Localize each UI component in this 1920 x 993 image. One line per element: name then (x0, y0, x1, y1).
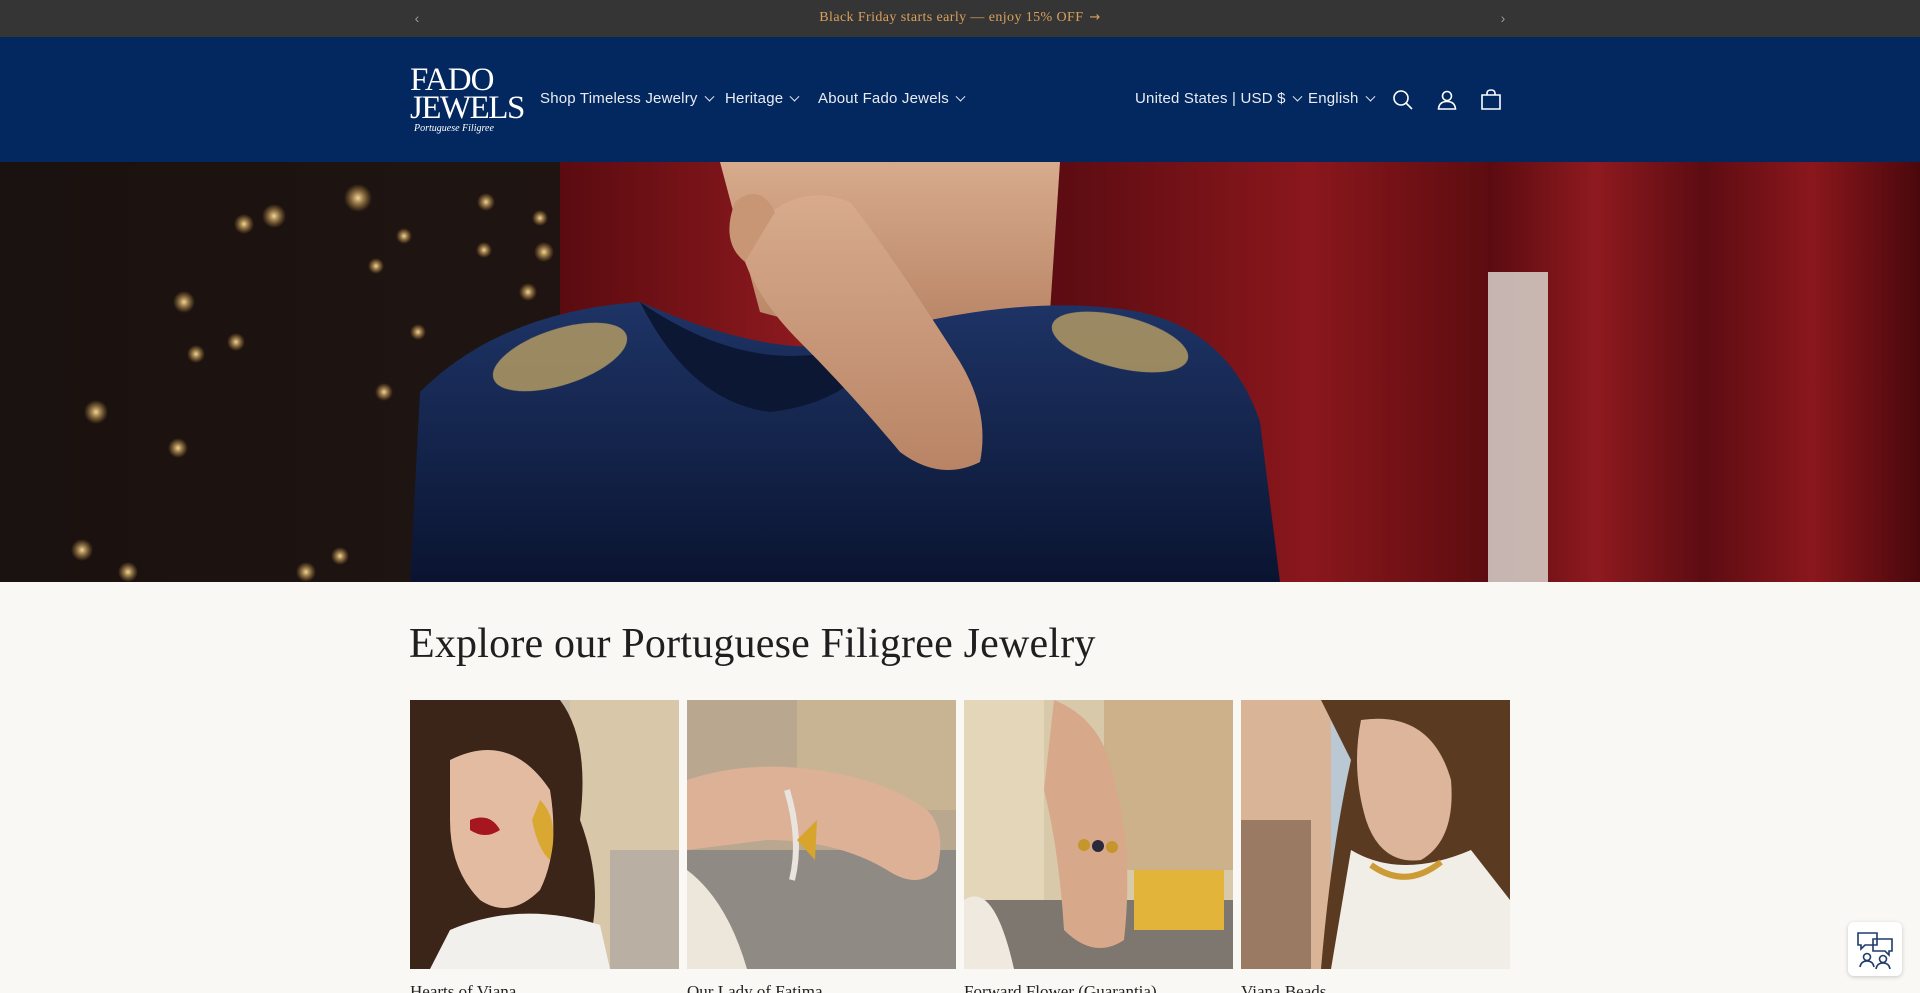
collection-image (410, 700, 679, 969)
hero-image (0, 162, 1920, 582)
chevron-down-icon (1365, 91, 1376, 102)
chat-widget-button[interactable] (1848, 922, 1902, 976)
collection-card-viana-beads[interactable] (1241, 700, 1510, 969)
collection-image (1241, 700, 1510, 969)
chevron-down-icon (1292, 91, 1303, 102)
collection-label[interactable]: Forward Flower (Guarantia) (964, 982, 1157, 993)
search-icon (1393, 90, 1413, 110)
cart-button[interactable] (1478, 87, 1504, 113)
chevron-down-icon (704, 91, 715, 102)
logo-line-2: JEWELS (410, 90, 525, 126)
collections-heading: Explore our Portuguese Filigree Jewelry (409, 621, 1096, 667)
chevron-right-icon: › (1500, 10, 1506, 26)
hero-banner[interactable] (0, 162, 1920, 582)
collection-image (964, 700, 1233, 969)
site-logo[interactable]: FADO JEWELS Portuguese Filigree (410, 64, 525, 135)
account-icon (1437, 90, 1457, 110)
collection-card-our-lady-of-fatima[interactable] (687, 700, 956, 969)
search-button[interactable] (1390, 87, 1416, 113)
arrow-right-icon: → (1089, 10, 1101, 25)
collection-image (687, 700, 956, 969)
announcement-text: Black Friday starts early — enjoy 15% OF… (819, 10, 1084, 25)
announcement-link[interactable]: Black Friday starts early — enjoy 15% OF… (0, 10, 1920, 26)
chat-support-icon (1857, 932, 1893, 969)
logo-tagline: Portuguese Filigree (414, 123, 494, 134)
nav-label: Heritage (725, 90, 784, 107)
language-selector[interactable]: English (1308, 90, 1376, 107)
chevron-down-icon (789, 91, 800, 102)
announcement-next-button[interactable]: › (1494, 9, 1512, 27)
site-header: FADO JEWELS Portuguese Filigree Shop Tim… (0, 37, 1920, 162)
country-currency-selector[interactable]: United States | USD $ (1135, 90, 1303, 107)
nav-label: About Fado Jewels (818, 90, 949, 107)
collection-label[interactable]: Viana Beads (1241, 982, 1326, 993)
nav-shop-timeless-jewelry[interactable]: Shop Timeless Jewelry (540, 90, 715, 107)
nav-label: Shop Timeless Jewelry (540, 90, 698, 107)
nav-about-fado-jewels[interactable]: About Fado Jewels (818, 90, 966, 107)
collection-card-forward-flower[interactable] (964, 700, 1233, 969)
announcement-bar: ‹ Black Friday starts early — enjoy 15% … (0, 0, 1920, 37)
account-button[interactable] (1434, 87, 1460, 113)
collection-label[interactable]: Our Lady of Fatima (687, 982, 823, 993)
nav-heritage[interactable]: Heritage (725, 90, 800, 107)
language-label: English (1308, 90, 1359, 107)
cart-icon (1481, 89, 1501, 110)
country-label: United States | USD $ (1135, 90, 1286, 107)
collection-label[interactable]: Hearts of Viana (410, 982, 516, 993)
chevron-down-icon (955, 91, 966, 102)
collection-card-hearts-of-viana[interactable] (410, 700, 679, 969)
